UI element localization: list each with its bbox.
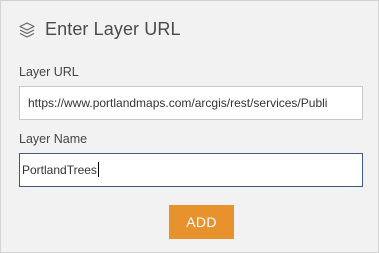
- layer-url-input[interactable]: https://www.portlandmaps.com/arcgis/rest…: [19, 86, 363, 120]
- enter-layer-url-panel: Enter Layer URL Layer URL https://www.po…: [0, 0, 379, 253]
- layer-name-value: PortlandTrees: [22, 163, 97, 177]
- layer-name-input[interactable]: PortlandTrees: [19, 153, 363, 187]
- layer-name-label: Layer Name: [19, 132, 88, 146]
- panel-title: Enter Layer URL: [45, 19, 181, 39]
- panel-header: Enter Layer URL: [18, 19, 181, 40]
- text-cursor: [97, 162, 99, 178]
- layers-icon: [18, 21, 36, 39]
- layer-url-label: Layer URL: [19, 65, 79, 79]
- add-button[interactable]: ADD: [169, 205, 234, 239]
